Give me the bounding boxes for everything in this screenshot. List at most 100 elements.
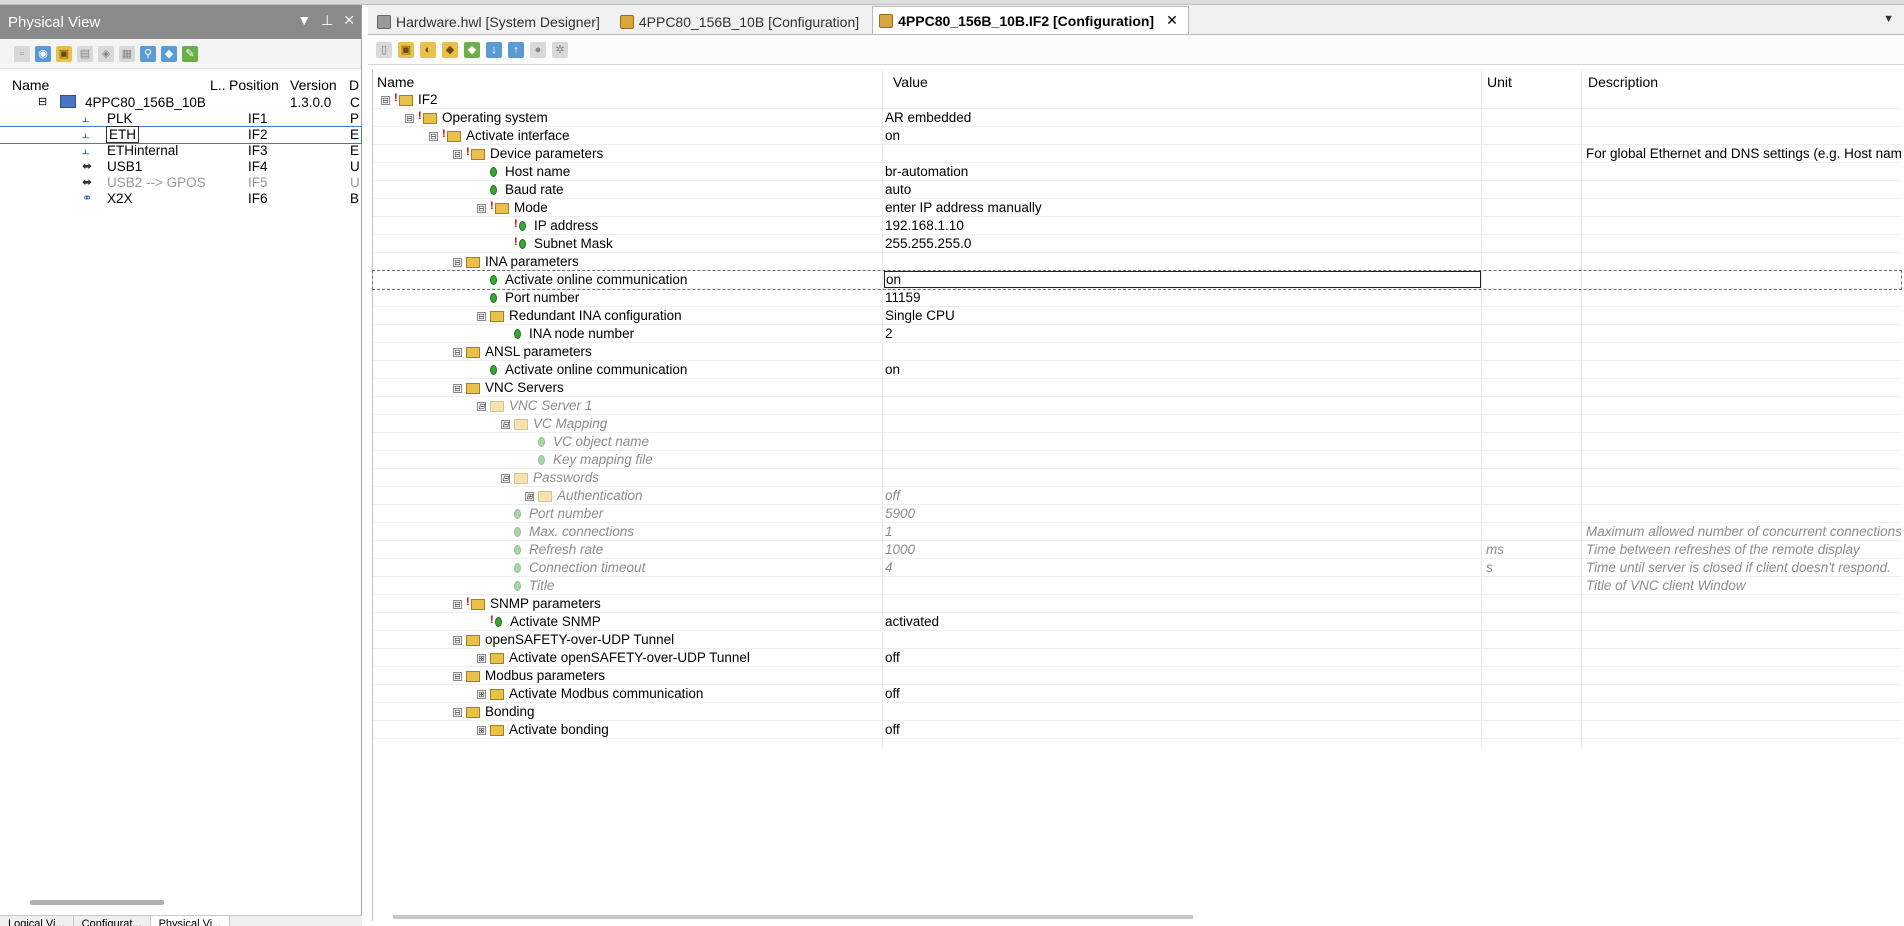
parameter-value[interactable]: enter IP address manually	[885, 200, 1042, 215]
expand-collapse-icon[interactable]: ⊟	[429, 131, 438, 141]
grid-col-unit[interactable]: Unit	[1487, 74, 1512, 90]
expand-collapse-icon[interactable]: ⊟	[501, 473, 510, 483]
expand-collapse-icon[interactable]: ⊞	[477, 689, 486, 699]
parameter-row[interactable]: ⊟! SNMP parameters	[373, 595, 1901, 613]
parameter-value[interactable]: off	[885, 650, 900, 665]
parameter-row[interactable]: Title Title of VNC client Window	[373, 577, 1901, 595]
parameter-row[interactable]: VC object name	[373, 433, 1901, 451]
parameter-value[interactable]: activated	[885, 614, 939, 629]
col-name[interactable]: Name	[12, 77, 49, 93]
tab-device-configuration[interactable]: 4PPC80_156B_10B [Configuration]	[613, 8, 870, 34]
parameter-row[interactable]: ⊟ INA parameters	[373, 253, 1901, 271]
parameter-row[interactable]: INA node number 2	[373, 325, 1901, 343]
col-d[interactable]: D	[349, 77, 359, 93]
parameter-row[interactable]: ⊞ Activate openSAFETY-over-UDP Tunnel off	[373, 649, 1901, 667]
delete-icon[interactable]: ▦	[119, 45, 135, 62]
parameter-row[interactable]: ⊟ ANSL parameters	[373, 343, 1901, 361]
settings-icon[interactable]: ✲	[552, 41, 568, 58]
col-position[interactable]: Position	[229, 77, 279, 93]
parameter-row[interactable]: ⊞ Activate bonding off	[373, 721, 1901, 739]
sort-up-icon[interactable]: ↑	[508, 41, 524, 58]
parameter-value[interactable]: off	[885, 488, 900, 503]
parameter-row[interactable]: Refresh rate 1000 ms Time between refreshes…	[373, 541, 1901, 559]
parameter-icon[interactable]: ◐	[420, 41, 436, 58]
properties-icon[interactable]: ▯	[376, 41, 392, 58]
parameter-row[interactable]: Connection timeout 4 s Time until server is…	[373, 559, 1901, 577]
parameter-row[interactable]: Host name br-automation	[373, 163, 1901, 181]
physical-tree-item[interactable]: ⫠ PLK IF1 P	[0, 111, 361, 127]
record-icon[interactable]: ●	[530, 41, 546, 58]
grid-horizontal-scrollbar[interactable]	[393, 915, 1193, 919]
tab-if2-configuration[interactable]: 4PPC80_156B_10B.IF2 [Configuration] ✕	[872, 6, 1189, 34]
parameter-value[interactable]: 2	[885, 326, 893, 341]
tab-list-dropdown-icon[interactable]: ▼	[1883, 13, 1894, 25]
parameter-value[interactable]: br-automation	[885, 164, 968, 179]
tools-icon[interactable]: ✎	[182, 45, 198, 62]
physical-tree-item[interactable]: ⚭ X2X IF6 B	[0, 191, 361, 207]
grid-col-value[interactable]: Value	[893, 74, 928, 90]
expand-collapse-icon[interactable]: ⊟	[453, 635, 462, 645]
physical-tree-item[interactable]: ⬌ USB1 IF4 U	[0, 159, 361, 175]
expand-collapse-icon[interactable]: ⊟	[477, 311, 486, 321]
col-version[interactable]: Version	[290, 77, 337, 93]
parameter-value[interactable]: 5900	[885, 506, 915, 521]
parameter-row[interactable]: ⊟ openSAFETY-over-UDP Tunnel	[373, 631, 1901, 649]
parameter-value[interactable]: Single CPU	[885, 308, 955, 323]
expand-all-icon[interactable]: ◆	[464, 41, 480, 58]
parameter-value[interactable]: 255.255.255.0	[885, 236, 971, 251]
physical-tree-item[interactable]: ⫠ ETH IF2 E	[0, 126, 362, 144]
parameter-value[interactable]: on	[885, 128, 900, 143]
parameter-row[interactable]: Activate online communication on	[373, 361, 1901, 379]
parameter-row[interactable]: ⊟ VC Mapping	[373, 415, 1901, 433]
physical-tree-item[interactable]: ⫠ ETHinternal IF3 E	[0, 143, 361, 159]
parameter-row[interactable]: ⊟ Bonding	[373, 703, 1901, 721]
expand-collapse-icon[interactable]: ⊟	[453, 149, 462, 159]
pane-menu-icon[interactable]: ▼	[297, 12, 311, 29]
parameter-row[interactable]: ⊟! IF2	[373, 91, 1901, 109]
parameter-value[interactable]: auto	[885, 182, 911, 197]
search-icon[interactable]: ⚲	[140, 45, 156, 62]
parameter-value[interactable]: on	[884, 271, 1481, 288]
parameter-row[interactable]: Baud rate auto	[373, 181, 1901, 199]
parameter-row[interactable]: Max. connections 1 Maximum allowed number …	[373, 523, 1901, 541]
parameter-value[interactable]: 11159	[885, 290, 921, 305]
parameter-row[interactable]: ! IP address 192.168.1.10	[373, 217, 1901, 235]
collapse-icon[interactable]: ⊟	[38, 95, 47, 108]
parameter-row[interactable]: ! Activate SNMP activated	[373, 613, 1901, 631]
folder-icon[interactable]: ▣	[398, 41, 414, 58]
tab-physical-view[interactable]: Physical Vi...	[150, 916, 231, 926]
physical-tree-item[interactable]: ⬌ USB2 --> GPOS IF5 U	[0, 175, 361, 191]
parameter-row[interactable]: Activate online communication on	[372, 270, 1902, 290]
expand-collapse-icon[interactable]: ⊟	[477, 401, 486, 411]
sort-down-icon[interactable]: ↓	[486, 41, 502, 58]
parameter-row[interactable]: ! Subnet Mask 255.255.255.0	[373, 235, 1901, 253]
expand-collapse-icon[interactable]: ⊟	[477, 203, 486, 213]
close-tab-icon[interactable]: ✕	[1166, 12, 1178, 29]
parameter-value[interactable]: off	[885, 722, 900, 737]
expand-collapse-icon[interactable]: ⊟	[453, 347, 462, 357]
parameter-value[interactable]: 192.168.1.10	[885, 218, 964, 233]
grid-col-description[interactable]: Description	[1588, 74, 1658, 90]
parameter-row[interactable]: ⊟! Device parameters For global Ethernet a…	[373, 145, 1901, 163]
parameter-row[interactable]: ⊟ VNC Servers	[373, 379, 1901, 397]
expand-collapse-icon[interactable]: ⊞	[477, 653, 486, 663]
view-icon[interactable]: ◉	[35, 45, 51, 62]
network-icon[interactable]: ◆	[161, 45, 177, 62]
parameter-row[interactable]: ⊞ Activate Modbus communication off	[373, 685, 1901, 703]
parameter-row[interactable]: ⊟ Passwords	[373, 469, 1901, 487]
tab-hardware-system-designer[interactable]: Hardware.hwl [System Designer]	[370, 8, 611, 34]
parameter-row[interactable]: ⊟! Mode enter IP address manually	[373, 199, 1901, 217]
parameter-row[interactable]: ⊟ Redundant INA configuration Single CPU	[373, 307, 1901, 325]
tab-configuration-view[interactable]: Configurat...	[74, 916, 151, 926]
copy-icon[interactable]: ▤	[77, 45, 93, 62]
parameter-row[interactable]: Port number 11159	[373, 289, 1901, 307]
parameter-row[interactable]: ⊟ VNC Server 1	[373, 397, 1901, 415]
col-l[interactable]: L..	[210, 77, 226, 93]
physical-tree-item[interactable]: ⊟ 4PPC80_156B_10B 1.3.0.0 C	[0, 95, 361, 111]
expand-collapse-icon[interactable]: ⊞	[525, 491, 534, 501]
parameter-value[interactable]: 4	[885, 560, 893, 575]
expand-collapse-icon[interactable]: ⊟	[453, 257, 462, 267]
tab-logical-view[interactable]: Logical Vi...	[0, 916, 74, 926]
configuration-icon[interactable]: ▣	[56, 45, 72, 62]
parameter-value[interactable]: AR embedded	[885, 110, 971, 125]
